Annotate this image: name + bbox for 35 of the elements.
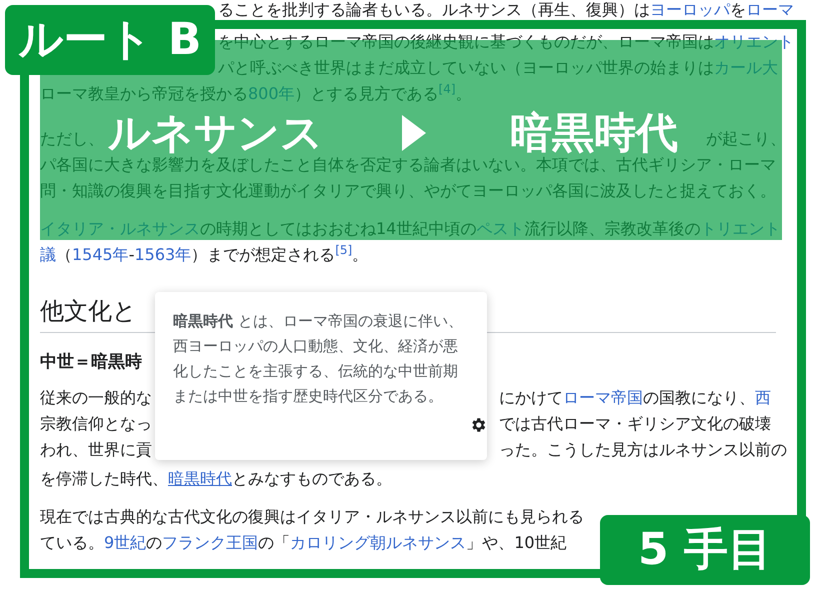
article-link[interactable]: 1563年: [134, 245, 192, 264]
paragraph-text: ただし、: [40, 128, 104, 150]
article-link[interactable]: 1545年: [72, 245, 129, 264]
article-link[interactable]: カロリング朝ルネサンス: [290, 533, 466, 552]
article-link[interactable]: ヨーロッパ: [650, 0, 730, 19]
paragraph-text: った。こうした見方はルネサンス以前の: [499, 439, 787, 461]
paragraph-text: ている。9世紀のフランク王国の「カロリング朝ルネサンス」や、10世紀: [40, 532, 567, 554]
paragraph-text: 従来の一般的な: [40, 387, 153, 409]
article-link[interactable]: 9世紀: [104, 533, 146, 552]
article-link[interactable]: ローマ: [746, 0, 794, 19]
step-badge: 5 手目: [600, 515, 810, 585]
paragraph-text: 宗教信仰となっ: [40, 413, 153, 435]
paragraph-text: パ各国に大きな影響力を及ぼしたこと自体を否定する論者はいない。本項では、古代ギリシア・ローマ: [40, 154, 776, 176]
paragraph-text: では古代ローマ・ギリシア文化の破壊: [499, 413, 771, 435]
subsection-heading: 中世＝暗黒時: [40, 351, 142, 374]
goal-page-title: 暗黒時代: [510, 112, 678, 154]
paragraph-text: 議（1545年-1563年）までが想定される$^{[5]}$。: [40, 242, 368, 266]
article-link[interactable]: 西: [755, 388, 771, 407]
paragraph-text: が起こり、: [706, 128, 786, 150]
article-link[interactable]: フランク王国: [162, 533, 258, 552]
paragraph-text: 現在では古典的な古代文化の復興はイタリア・ルネサンス以前にも見られる: [40, 506, 584, 528]
reference-link[interactable]: [5]: [335, 243, 352, 257]
route-badge: ルート B: [5, 5, 215, 75]
paragraph-text: われ、世界に貢: [40, 439, 153, 461]
arrow-icon: [402, 115, 426, 151]
paragraph-text: 問・知識の復興を目指す文化運動がイタリアで興り、やがてヨーロッパ各国に波及したと捉えておく。: [40, 180, 776, 202]
article-link[interactable]: ローマ帝国: [563, 388, 643, 407]
paragraph-text: を停滞した時代、暗黒時代とみなすものである。: [40, 468, 392, 490]
start-page-title: ルネサンス: [108, 112, 323, 154]
paragraph-text: にかけて ローマ帝国の国教になり、西: [499, 387, 771, 409]
section-heading: 他文化と: [40, 297, 137, 325]
article-link[interactable]: 議: [40, 245, 56, 264]
preview-text: 暗黒時代 とは、ローマ帝国の衰退に伴い、西ヨーロッパの人口動態、文化、経済が悪化したことを主張する、伝統的な中世前期または中世を指す歴史時代区分である。: [172, 311, 464, 407]
article-link[interactable]: 暗黒時代: [168, 469, 232, 488]
paragraph-text: ることを批判する論者もいる。ルネサンス（再生、復興）はヨーロッパを ローマ: [218, 0, 794, 20]
